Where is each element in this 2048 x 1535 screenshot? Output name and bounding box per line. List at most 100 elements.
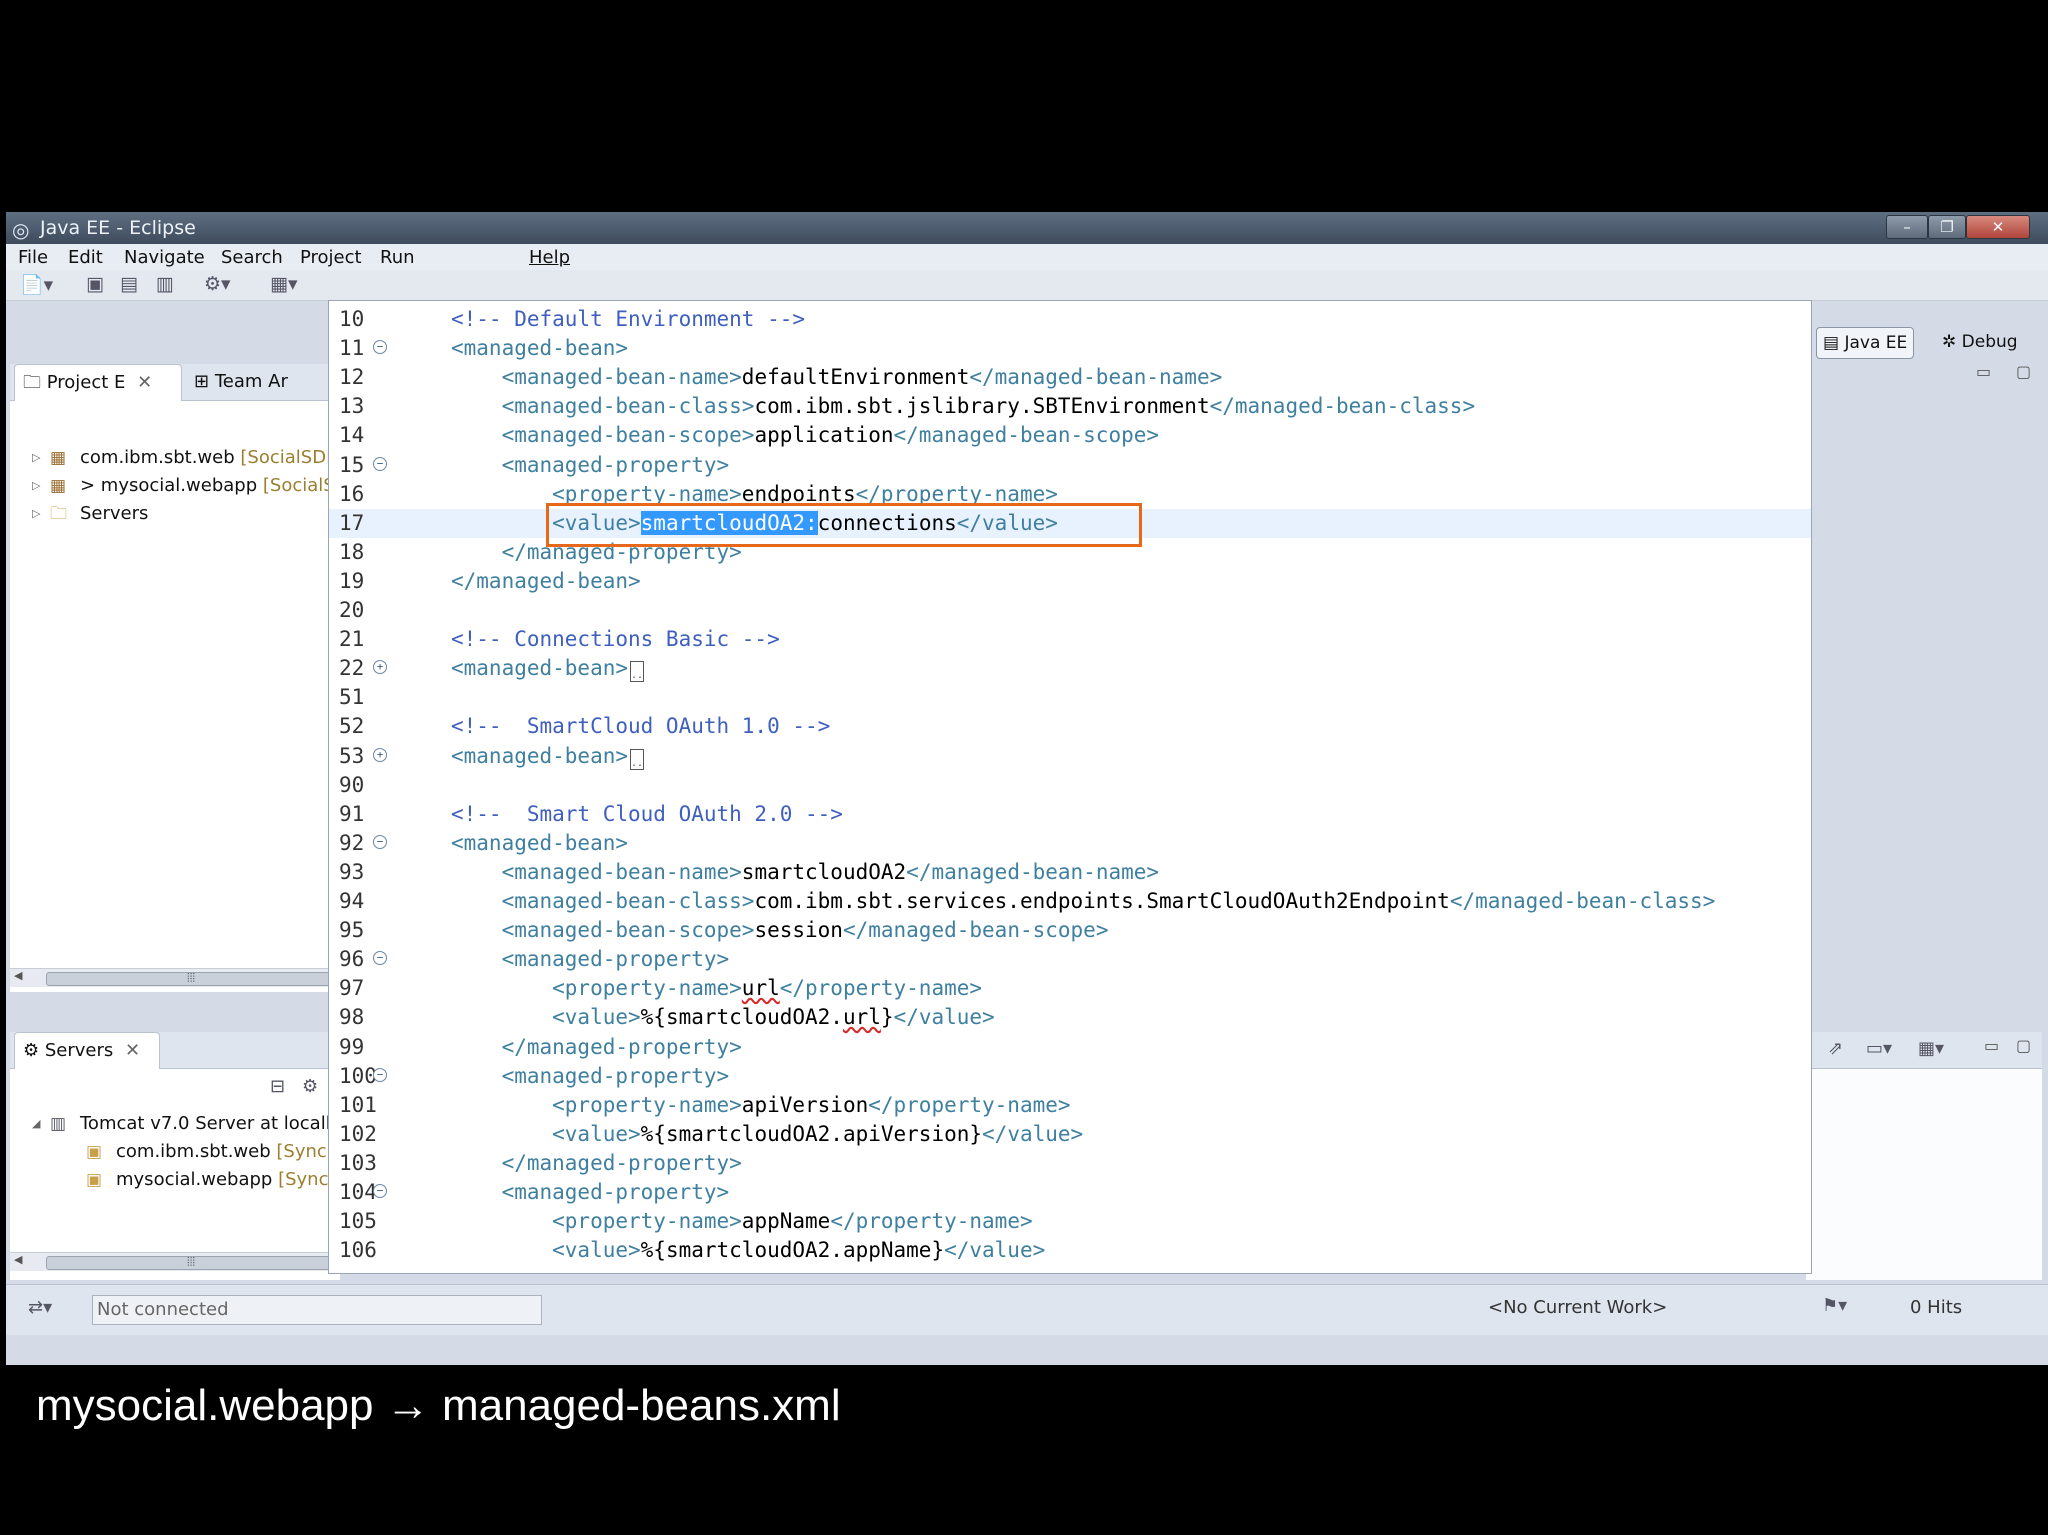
collapse-fold-icon[interactable]: − [373, 340, 387, 355]
code-text: <managed-bean-name>defaultEnvironment</m… [451, 365, 1223, 389]
collapse-fold-icon[interactable]: − [373, 456, 387, 471]
code-line[interactable]: 13 <managed-bean-class>com.ibm.sbt.jslib… [329, 392, 1811, 421]
collapse-fold-icon[interactable]: − [373, 951, 387, 966]
code-line[interactable]: 96− <managed-property> [329, 945, 1811, 974]
connection-field[interactable]: Not connected [92, 1295, 542, 1325]
tree-item-sbt-web[interactable]: ▷ ▦ com.ibm.sbt.web [SocialSDK [10, 444, 340, 472]
scroll-left-icon[interactable]: ◀ [14, 969, 22, 982]
code-line[interactable]: 20 [329, 596, 1811, 625]
code-line[interactable]: 92− <managed-bean> [329, 829, 1811, 858]
collapsed-block-marker[interactable]: .. [630, 661, 645, 683]
collapse-fold-icon[interactable]: − [373, 1067, 387, 1082]
expand-fold-icon[interactable]: + [373, 747, 387, 762]
close-tab-icon[interactable]: ✕ [125, 1040, 140, 1061]
expand-arrow-icon[interactable]: ▷ [32, 472, 40, 500]
collapse-arrow-icon[interactable]: ◢ [32, 1110, 40, 1138]
code-line[interactable]: 22 + <managed-bean>.. [329, 654, 1811, 683]
menu-navigate[interactable]: Navigate [124, 247, 205, 268]
new-icon[interactable]: 📄▾ [20, 273, 53, 296]
line-number: 52 [339, 714, 365, 739]
collapsed-block-marker[interactable]: .. [630, 748, 645, 770]
code-line[interactable]: 95 <managed-bean-scope>session</managed-… [329, 916, 1811, 945]
code-line[interactable]: 106 <value>%{smartcloudOA2.appName}</val… [329, 1236, 1811, 1265]
tab-project-explorer[interactable]: 🗀 Project E ✕ [14, 364, 182, 401]
work-items-icon[interactable]: ⚑▾ [1822, 1295, 1847, 1316]
menu-help[interactable]: Help [529, 247, 570, 268]
close-tab-icon[interactable]: ✕ [137, 372, 152, 393]
print-icon[interactable]: ▥ [156, 273, 174, 295]
maximize-button[interactable]: ❐ [1928, 215, 1966, 239]
start-server-icon[interactable]: ⚙ [302, 1076, 318, 1097]
code-line[interactable]: 91 <!-- Smart Cloud OAuth 2.0 --> [329, 800, 1811, 829]
menu-search[interactable]: Search [221, 247, 283, 268]
tree-item-module-mysocial[interactable]: ▣ mysocial.webapp [Synch [10, 1166, 340, 1194]
perspective-debug[interactable]: ✲ Debug [1936, 327, 2024, 357]
code-line[interactable]: 100− <managed-property> [329, 1062, 1811, 1091]
save-all-icon[interactable]: ▤ [120, 273, 138, 295]
scroll-left-icon[interactable]: ◀ [14, 1253, 22, 1266]
explorer-horizontal-scrollbar[interactable]: ◀ ⦙⦙⦙ [10, 968, 340, 987]
scroll-thumb[interactable]: ⦙⦙⦙ [46, 1255, 338, 1270]
xml-editor[interactable]: 10 <!-- Default Environment --> 11− <manage… [328, 300, 1812, 1274]
minimize-view-icon[interactable]: ▭ [1984, 1036, 1999, 1055]
code-line[interactable]: 93 <managed-bean-name>smartcloudOA2</man… [329, 858, 1811, 887]
code-token: <!-- Default Environment --> [451, 307, 806, 331]
perspective-java-ee[interactable]: ▤ Java EE [1816, 327, 1915, 359]
collapse-fold-icon[interactable]: − [373, 1184, 387, 1198]
code-line[interactable]: 51 [329, 683, 1811, 712]
code-line[interactable]: 101 <property-name>apiVersion</property-… [329, 1091, 1811, 1120]
menu-edit[interactable]: Edit [68, 247, 103, 268]
code-line[interactable]: 102 <value>%{smartcloudOA2.apiVersion}</… [329, 1120, 1811, 1149]
code-line[interactable]: 10 <!-- Default Environment --> [329, 305, 1811, 334]
code-line[interactable]: 98 <value>%{smartcloudOA2.url}</value> [329, 1003, 1811, 1032]
connection-icon[interactable]: ⇄▾ [28, 1297, 52, 1318]
console-icon[interactable]: ▭▾ [1866, 1038, 1892, 1059]
code-line[interactable]: 94 <managed-bean-class>com.ibm.sbt.servi… [329, 887, 1811, 916]
new-file-icon[interactable]: ▦▾ [270, 273, 298, 295]
code-token: </value> [944, 1238, 1046, 1263]
new-server-icon[interactable]: ⚙▾ [204, 273, 231, 295]
menu-file[interactable]: File [18, 247, 48, 268]
menu-project[interactable]: Project [300, 247, 362, 268]
code-line[interactable]: 99 </managed-property> [329, 1033, 1811, 1062]
open-console-icon[interactable]: ▦▾ [1918, 1038, 1944, 1059]
code-line[interactable]: 15− <managed-property> [329, 451, 1811, 480]
expand-arrow-icon[interactable]: ▷ [32, 444, 40, 472]
close-button[interactable]: ✕ [1966, 215, 2030, 239]
tab-team-artifacts[interactable]: ⊞ Team Ar [186, 364, 322, 400]
scroll-thumb[interactable]: ⦙⦙⦙ [46, 971, 338, 986]
collapse-all-icon[interactable]: ⊟ [270, 1076, 285, 1097]
code-line[interactable]: 19 </managed-bean> [329, 567, 1811, 596]
collapse-fold-icon[interactable]: − [373, 834, 387, 849]
code-token: </managed-property> [451, 1034, 742, 1059]
maximize-view-icon[interactable]: ▢ [2016, 362, 2031, 381]
code-line[interactable]: 11− <managed-bean> [329, 334, 1811, 363]
code-line[interactable]: 105 <property-name>appName</property-nam… [329, 1207, 1811, 1236]
code-line[interactable]: 97 <property-name>url</property-name> [329, 974, 1811, 1003]
code-line[interactable]: 104− <managed-property> [329, 1178, 1811, 1207]
code-line[interactable]: 90 [329, 771, 1811, 800]
menu-run[interactable]: Run [380, 247, 415, 268]
code-line[interactable]: 53 + <managed-bean>.. [329, 742, 1811, 771]
tree-item-servers[interactable]: ▷ 🗀 Servers [10, 500, 340, 528]
minimize-view-icon[interactable]: ▭ [1976, 362, 1991, 381]
maximize-view-icon[interactable]: ▢ [2016, 1036, 2031, 1055]
tree-item-mysocial-webapp[interactable]: ▷ ▦ > mysocial.webapp [SocialS [10, 472, 340, 500]
tree-item-module-sbt-web[interactable]: ▣ com.ibm.sbt.web [Synch [10, 1138, 340, 1166]
expand-fold-icon[interactable]: + [373, 660, 387, 675]
code-line[interactable]: 21 <!-- Connections Basic --> [329, 625, 1811, 654]
line-number: 94 [339, 889, 365, 913]
tab-servers[interactable]: ⚙ Servers ✕ [14, 1032, 160, 1069]
servers-horizontal-scrollbar[interactable]: ◀ ⦙⦙⦙ [10, 1252, 340, 1271]
code-line[interactable]: 52 <!-- SmartCloud OAuth 1.0 --> [329, 712, 1811, 741]
save-icon[interactable]: ▣ [86, 273, 104, 295]
tree-item-tomcat-server[interactable]: ◢ ▥ Tomcat v7.0 Server at localho [10, 1110, 348, 1138]
minimize-button[interactable]: – [1886, 215, 1928, 239]
code-line[interactable]: 103 </managed-property> [329, 1149, 1811, 1178]
expand-arrow-icon[interactable]: ▷ [32, 500, 40, 528]
view-action-icon[interactable]: ⇗ [1828, 1038, 1843, 1059]
current-work-item[interactable]: <No Current Work> [1488, 1297, 1667, 1318]
code-line[interactable]: 14 <managed-bean-scope>application</mana… [329, 421, 1811, 450]
bottom-right-view: ⇗ ▭▾ ▦▾ ▭ ▢ [1806, 1032, 2042, 1280]
code-line[interactable]: 12 <managed-bean-name>defaultEnvironment… [329, 363, 1811, 392]
